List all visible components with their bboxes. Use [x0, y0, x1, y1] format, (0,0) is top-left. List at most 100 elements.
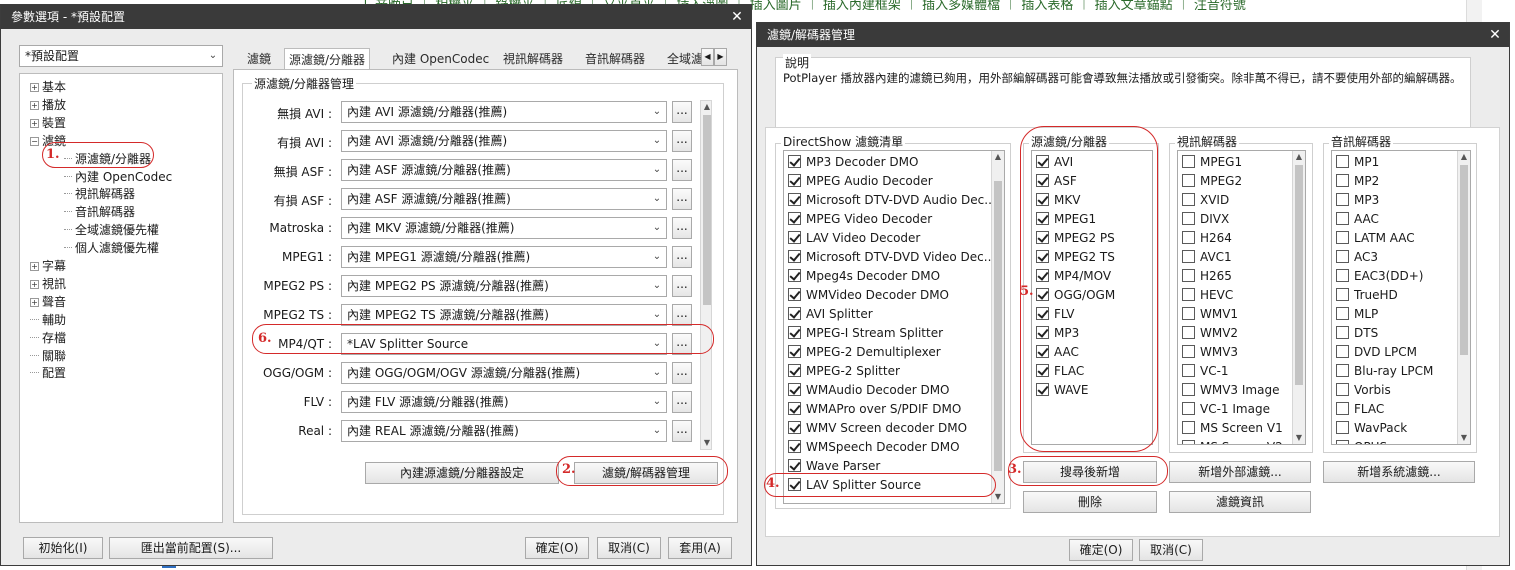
filter-select[interactable]: 內建 AVI 源濾鏡/分離器(推薦) ⌄	[341, 130, 667, 152]
expand-icon[interactable]: +	[30, 118, 39, 128]
tree-item[interactable]: + 裝置	[30, 115, 66, 132]
tree-item[interactable]: + 視訊	[30, 276, 66, 293]
list-item[interactable]: WAVE	[1036, 381, 1088, 400]
scroll-down-icon[interactable]: ▼	[701, 437, 713, 449]
checkbox[interactable]	[1182, 402, 1195, 415]
tab-item[interactable]: 源濾鏡/分離器	[284, 48, 371, 70]
checkbox[interactable]	[1036, 269, 1049, 282]
scroll-up-icon[interactable]: ▲	[1458, 151, 1470, 163]
list-item[interactable]: VC-1	[1182, 362, 1229, 381]
checkbox[interactable]	[1336, 440, 1349, 444]
checkbox[interactable]	[1182, 307, 1195, 320]
apply-button[interactable]: 套用(A)	[668, 537, 732, 559]
list-item[interactable]: MPEG1	[1036, 210, 1096, 229]
directshow-scrollbar[interactable]: ▲ ▼	[991, 151, 1004, 503]
list-item[interactable]: FLAC	[1336, 400, 1384, 419]
video-decoder-list[interactable]: MPEG1 MPEG2 XVID DIVX H264 AVC1 H265 HEVC WMV1 WM…	[1177, 150, 1306, 445]
list-item[interactable]: AVI Splitter	[788, 305, 873, 324]
tab-item[interactable]: 音訊解碼器	[581, 48, 649, 70]
checkbox[interactable]	[788, 212, 801, 225]
more-options-button[interactable]: ...	[672, 362, 692, 384]
rows-scrollbar[interactable]: ▲ ▼	[700, 100, 712, 450]
list-item[interactable]: LAV Video Decoder	[788, 229, 920, 248]
checkbox[interactable]	[1336, 250, 1349, 263]
directshow-list[interactable]: MP3 Decoder DMO MPEG Audio Decoder Microso…	[783, 150, 1005, 504]
list-item[interactable]: MPEG-2 Demultiplexer	[788, 343, 941, 362]
checkbox[interactable]	[1036, 231, 1049, 244]
builtin-filter-settings-button[interactable]: 內建源濾鏡/分離器設定	[365, 462, 559, 484]
list-item[interactable]: MP3	[1036, 324, 1079, 343]
ok-button[interactable]: 確定(O)	[1069, 539, 1133, 561]
checkbox[interactable]	[788, 193, 801, 206]
more-options-button[interactable]: ...	[672, 275, 692, 297]
audio-decoder-list[interactable]: MP1 MP2 MP3 AAC LATM AAC AC3 EAC3(DD+) TrueHD ML…	[1331, 150, 1471, 445]
tree-item[interactable]: 全域濾鏡優先權	[64, 222, 159, 239]
list-item[interactable]: Vorbis	[1336, 381, 1391, 400]
checkbox[interactable]	[1336, 421, 1349, 434]
checkbox[interactable]	[1036, 250, 1049, 263]
checkbox[interactable]	[788, 174, 801, 187]
cancel-button[interactable]: 取消(C)	[597, 537, 661, 559]
checkbox[interactable]	[1036, 155, 1049, 168]
list-item[interactable]: MPEG-2 Splitter	[788, 362, 900, 381]
scrollbar-thumb[interactable]	[1460, 165, 1468, 355]
list-item[interactable]: ASF	[1036, 172, 1077, 191]
filter-manager-button[interactable]: 濾鏡/解碼器管理	[574, 462, 718, 484]
scroll-down-icon[interactable]: ▼	[1293, 432, 1305, 444]
list-item[interactable]: MS Screen V1	[1182, 419, 1283, 438]
filter-select[interactable]: 內建 MPEG2 PS 源濾鏡/分離器(推薦) ⌄	[341, 275, 667, 297]
checkbox[interactable]	[1182, 231, 1195, 244]
tree-item[interactable]: 內建 OpenCodec	[64, 169, 172, 186]
list-item[interactable]: MP3	[1336, 191, 1379, 210]
tab-item[interactable]: 濾鏡	[243, 48, 275, 70]
scroll-down-icon[interactable]: ▼	[1458, 432, 1470, 444]
checkbox[interactable]	[1182, 155, 1195, 168]
list-item[interactable]: EAC3(DD+)	[1336, 267, 1424, 286]
checkbox[interactable]	[1182, 364, 1195, 377]
list-item[interactable]: MKV	[1036, 191, 1080, 210]
tab-scroll-left-button[interactable]: ◀	[701, 48, 714, 66]
list-item[interactable]: AVC1	[1182, 248, 1232, 267]
export-config-button[interactable]: 匯出當前配置(S)...	[109, 537, 273, 559]
more-options-button[interactable]: ...	[672, 130, 692, 152]
checkbox[interactable]	[788, 459, 801, 472]
checkbox[interactable]	[1336, 288, 1349, 301]
collapse-icon[interactable]: −	[30, 136, 39, 146]
more-options-button[interactable]: ...	[672, 391, 692, 413]
tab-item[interactable]: 全域濾	[663, 48, 701, 70]
tab-item[interactable]: 內建 OpenCodec	[388, 48, 493, 70]
expand-icon[interactable]: +	[30, 297, 39, 307]
checkbox[interactable]	[1336, 383, 1349, 396]
initialize-button[interactable]: 初始化(I)	[23, 537, 103, 559]
checkbox[interactable]	[1182, 383, 1195, 396]
list-item[interactable]: WMAPro over S/PDIF DMO	[788, 400, 961, 419]
checkbox[interactable]	[1336, 231, 1349, 244]
checkbox[interactable]	[1036, 288, 1049, 301]
list-item[interactable]: MPEG Video Decoder	[788, 210, 932, 229]
checkbox[interactable]	[788, 383, 801, 396]
list-item[interactable]: AAC	[1336, 210, 1379, 229]
list-item[interactable]: LAV Splitter Source	[788, 476, 921, 495]
checkbox[interactable]	[1036, 345, 1049, 358]
checkbox[interactable]	[1336, 345, 1349, 358]
checkbox[interactable]	[1036, 212, 1049, 225]
more-options-button[interactable]: ...	[672, 304, 692, 326]
filter-select[interactable]: 內建 FLV 源濾鏡/分離器(推薦) ⌄	[341, 391, 667, 413]
list-item[interactable]: DVD LPCM	[1336, 343, 1417, 362]
list-item[interactable]: MP2	[1336, 172, 1379, 191]
more-options-button[interactable]: ...	[672, 246, 692, 268]
checkbox[interactable]	[1036, 383, 1049, 396]
list-item[interactable]: Blu-ray LPCM	[1336, 362, 1433, 381]
list-item[interactable]: AAC	[1036, 343, 1079, 362]
list-item[interactable]: MPEG1	[1182, 153, 1242, 172]
list-item[interactable]: WMV3	[1182, 343, 1238, 362]
list-item[interactable]: H264	[1182, 229, 1232, 248]
search-add-button[interactable]: 搜尋後新增	[1023, 461, 1157, 483]
expand-icon[interactable]: +	[30, 279, 39, 289]
checkbox[interactable]	[1036, 364, 1049, 377]
more-options-button[interactable]: ...	[672, 101, 692, 123]
scroll-down-icon[interactable]: ▼	[992, 491, 1004, 503]
list-item[interactable]: TrueHD	[1336, 286, 1398, 305]
tree-item[interactable]: 輔助	[30, 312, 66, 329]
add-system-filter-button[interactable]: 新增系統濾鏡...	[1323, 461, 1475, 483]
